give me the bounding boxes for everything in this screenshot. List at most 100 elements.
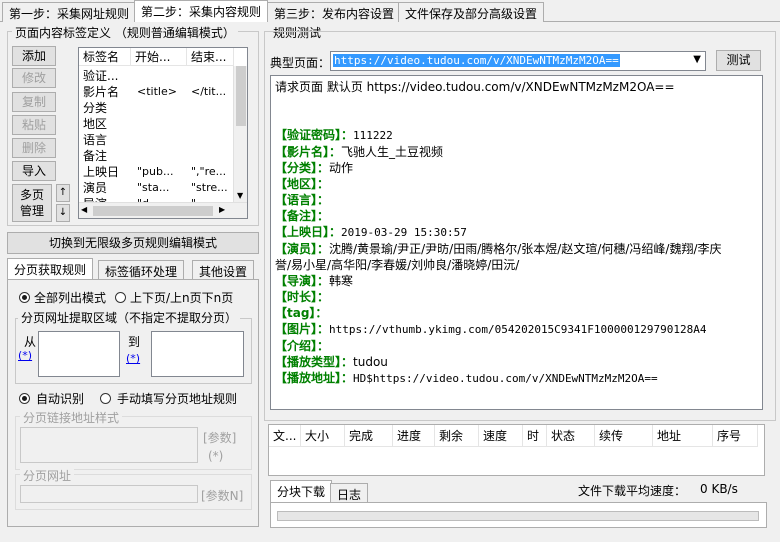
manual-rule-label[interactable]: 手动填写分页地址规则 <box>117 390 237 407</box>
result-key: 【播放类型】： <box>275 355 354 369</box>
result-key: 【播放地址】： <box>275 371 354 385</box>
test-result-area[interactable]: 请求页面 默认页 https://video.tudou.com/v/XNDEw… <box>270 75 763 410</box>
result-value: 动作 <box>329 161 354 175</box>
download-col-header[interactable]: 进度 <box>393 425 435 447</box>
download-progress-bar <box>277 511 759 521</box>
copy-button[interactable]: 复制 <box>12 92 56 112</box>
result-key: 【分类】： <box>275 161 330 175</box>
radio-updown-mode[interactable] <box>115 292 126 303</box>
to-textarea[interactable] <box>151 331 244 377</box>
download-list[interactable]: 文... 大小 完成 进度 剩余 速度时状态 续传 地址 序号 <box>268 424 765 476</box>
link-style-input[interactable] <box>20 427 198 463</box>
add-button[interactable]: 添加 <box>12 46 56 66</box>
tag-col-header-start[interactable]: 开始... <box>131 48 187 66</box>
tab-other-settings[interactable]: 其他设置 <box>192 260 255 280</box>
paste-button[interactable]: 粘贴 <box>12 115 56 135</box>
tab-step3[interactable]: 第三步：发布内容设置 <box>267 2 402 22</box>
result-key: 【tag】： <box>275 306 328 320</box>
typical-page-label: 典型页面： <box>270 56 331 70</box>
tag-col-header-name[interactable]: 标签名 <box>79 48 131 66</box>
import-button[interactable]: 导入 <box>12 161 56 181</box>
download-col-header[interactable]: 状态 <box>547 425 595 447</box>
tag-start-cell: <title> <box>137 85 177 98</box>
tag-end-cell: ","re... <box>191 165 227 178</box>
result-value: 111222 <box>353 129 393 142</box>
modify-button[interactable]: 修改 <box>12 68 56 88</box>
tab-log[interactable]: 日志 <box>330 483 369 503</box>
result-key: 【备注】： <box>275 209 330 223</box>
from-textarea[interactable] <box>38 331 120 377</box>
tag-list-hscrollbar[interactable]: ◀ ▶ <box>79 202 247 218</box>
scroll-right-icon[interactable]: ▶ <box>219 205 225 214</box>
tag-list[interactable]: 标签名 开始... 结束... 验证... 影片名 <title> </tit... 分… <box>78 47 248 219</box>
tag-name-cell: 备注 <box>83 149 108 163</box>
tag-group-title: 页面内容标签定义 （规则普通编辑模式） <box>12 24 238 41</box>
tag-name-cell: 影片名 <box>83 85 120 99</box>
paging-manage-button[interactable]: 多页 管理 <box>12 184 52 222</box>
result-header: 请求页面 默认页 https://video.tudou.com/v/XNDEw… <box>275 80 675 94</box>
radio-all-mode[interactable] <box>19 292 30 303</box>
tag-row[interactable]: 备注 <box>79 148 234 164</box>
tag-name-cell: 上映日 <box>83 165 120 179</box>
page-url-input[interactable] <box>20 485 198 503</box>
result-line: 【播放类型】：tudou <box>275 354 758 370</box>
typical-page-select[interactable]: https://video.tudou.com/v/XNDEwNTMzMzM2O… <box>330 51 706 71</box>
download-col-header[interactable]: 时 <box>523 425 547 447</box>
result-key: 【影片名】： <box>275 145 342 159</box>
to-star-link[interactable]: (*) <box>126 352 140 365</box>
result-key: 【验证密码】： <box>275 128 354 142</box>
all-mode-label[interactable]: 全部列出模式 <box>34 289 106 306</box>
page-url-title: 分页网址 <box>20 467 75 484</box>
test-button[interactable]: 测试 <box>716 50 761 71</box>
from-label: 从 <box>24 335 37 349</box>
download-col-header[interactable]: 序号 <box>713 425 758 447</box>
hscroll-thumb[interactable] <box>93 206 213 216</box>
switch-mode-button[interactable]: 切换到无限级多页规则编辑模式 <box>7 232 259 254</box>
result-value: tudou <box>353 355 388 369</box>
download-col-header[interactable]: 文... <box>269 425 301 447</box>
from-star-link[interactable]: (*) <box>18 349 32 362</box>
result-line: 【播放地址】：HD$https://video.tudou.com/v/XNDE… <box>275 370 758 387</box>
scroll-thumb[interactable] <box>236 66 246 126</box>
scroll-down-icon[interactable]: ▼ <box>237 191 243 200</box>
result-line: 【备注】： <box>275 208 758 224</box>
tab-step2[interactable]: 第二步：采集内容规则 <box>134 0 269 22</box>
tag-list-vscrollbar[interactable]: ▼ <box>233 66 247 202</box>
result-key: 【地区】： <box>275 177 330 191</box>
download-col-header[interactable]: 完成 <box>345 425 393 447</box>
tag-row[interactable]: 演员 "sta... "stre... <box>79 180 234 196</box>
tab-step1[interactable]: 第一步：采集网址规则 <box>2 2 137 22</box>
download-col-header[interactable]: 续传 <box>595 425 653 447</box>
delete-button[interactable]: 删除 <box>12 138 56 158</box>
tag-col-header-end[interactable]: 结束... <box>187 48 234 66</box>
chevron-down-icon[interactable]: ▼ <box>693 54 701 65</box>
result-key: 【时长】： <box>275 290 330 304</box>
tag-row[interactable]: 分类 <box>79 100 234 116</box>
tag-row[interactable]: 验证... <box>79 68 234 84</box>
move-up-button[interactable]: ↑ <box>56 184 70 202</box>
tab-step4[interactable]: 文件保存及部分高级设置 <box>398 2 545 22</box>
auto-detect-label[interactable]: 自动识别 <box>36 390 84 407</box>
download-col-header[interactable]: 速度 <box>479 425 523 447</box>
result-value: 韩寒 <box>329 274 354 288</box>
radio-auto-detect[interactable] <box>19 393 30 404</box>
scroll-left-icon[interactable]: ◀ <box>81 205 87 214</box>
block-download-panel <box>270 502 767 528</box>
radio-manual-rule[interactable] <box>100 393 111 404</box>
updown-mode-label[interactable]: 上下页/上n页下n页 <box>130 289 233 306</box>
tag-name-cell: 语言 <box>83 133 108 147</box>
tab-paging-rule[interactable]: 分页获取规则 <box>7 258 94 280</box>
download-col-header[interactable]: 地址 <box>653 425 713 447</box>
tab-block-download[interactable]: 分块下载 <box>270 480 333 502</box>
tag-row[interactable]: 影片名 <title> </tit... <box>79 84 234 100</box>
download-col-header[interactable]: 剩余 <box>435 425 479 447</box>
tag-row[interactable]: 上映日 "pub... ","re... <box>79 164 234 180</box>
result-value: 飞驰人生_土豆视频 <box>341 145 444 159</box>
download-col-header[interactable]: 大小 <box>301 425 345 447</box>
tag-row[interactable]: 语言 <box>79 132 234 148</box>
tag-row[interactable]: 地区 <box>79 116 234 132</box>
param-star: (*) <box>208 449 224 463</box>
result-line: 【上映日】：2019-03-29 15:30:57 <box>275 224 758 241</box>
move-down-button[interactable]: ↓ <box>56 204 70 222</box>
tab-tag-loop[interactable]: 标签循环处理 <box>98 260 185 280</box>
